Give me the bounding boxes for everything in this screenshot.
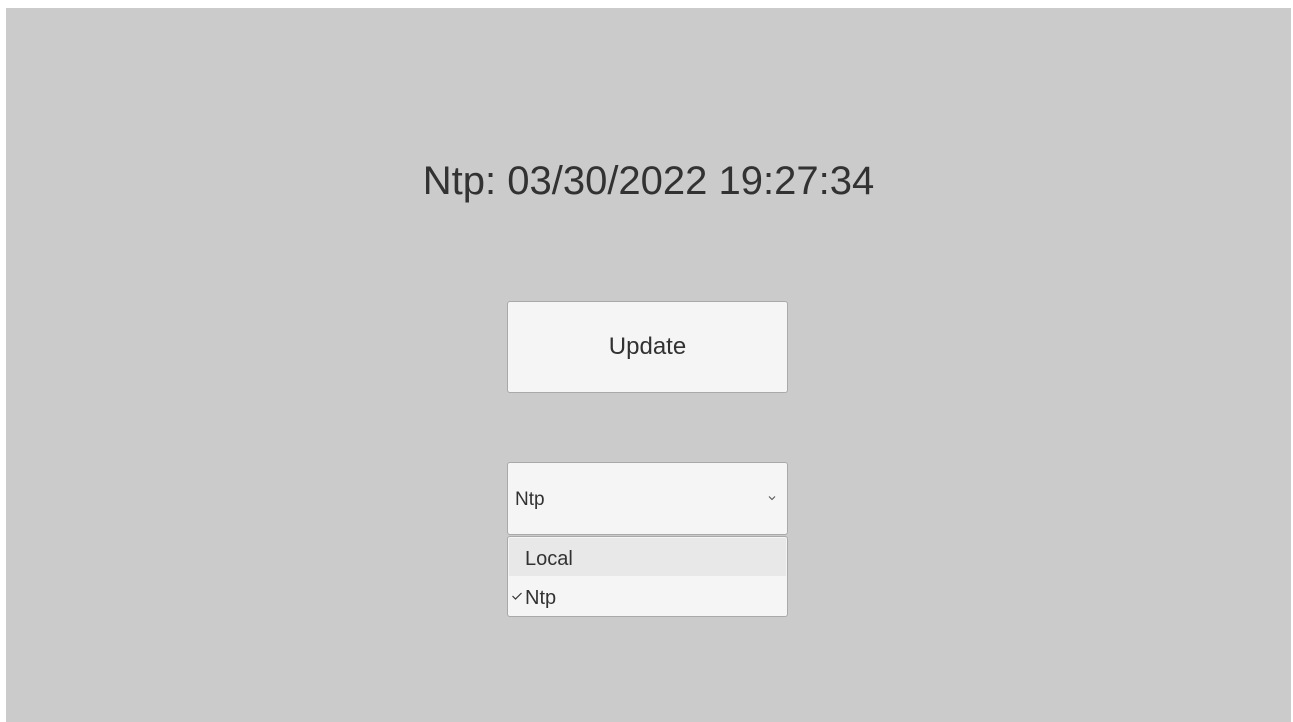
time-source-dropdown[interactable]: Ntp (507, 462, 788, 535)
option-label: Ntp (525, 587, 557, 609)
dropdown-option-ntp[interactable]: Ntp (509, 577, 786, 615)
time-display-label: Ntp: 03/30/2022 19:27:34 (422, 159, 875, 203)
dropdown-options-list: Local Ntp (507, 536, 788, 617)
option-label: Local (525, 548, 573, 570)
app-canvas: Ntp: 03/30/2022 19:27:34 Update Ntp Loca… (6, 8, 1291, 722)
checkmark-icon (512, 592, 522, 600)
dropdown-selected-value: Ntp (515, 489, 545, 510)
update-button[interactable]: Update (507, 301, 788, 393)
dropdown-option-local[interactable]: Local (509, 538, 786, 576)
update-button-label: Update (608, 333, 687, 360)
chevron-down-icon (768, 496, 776, 501)
